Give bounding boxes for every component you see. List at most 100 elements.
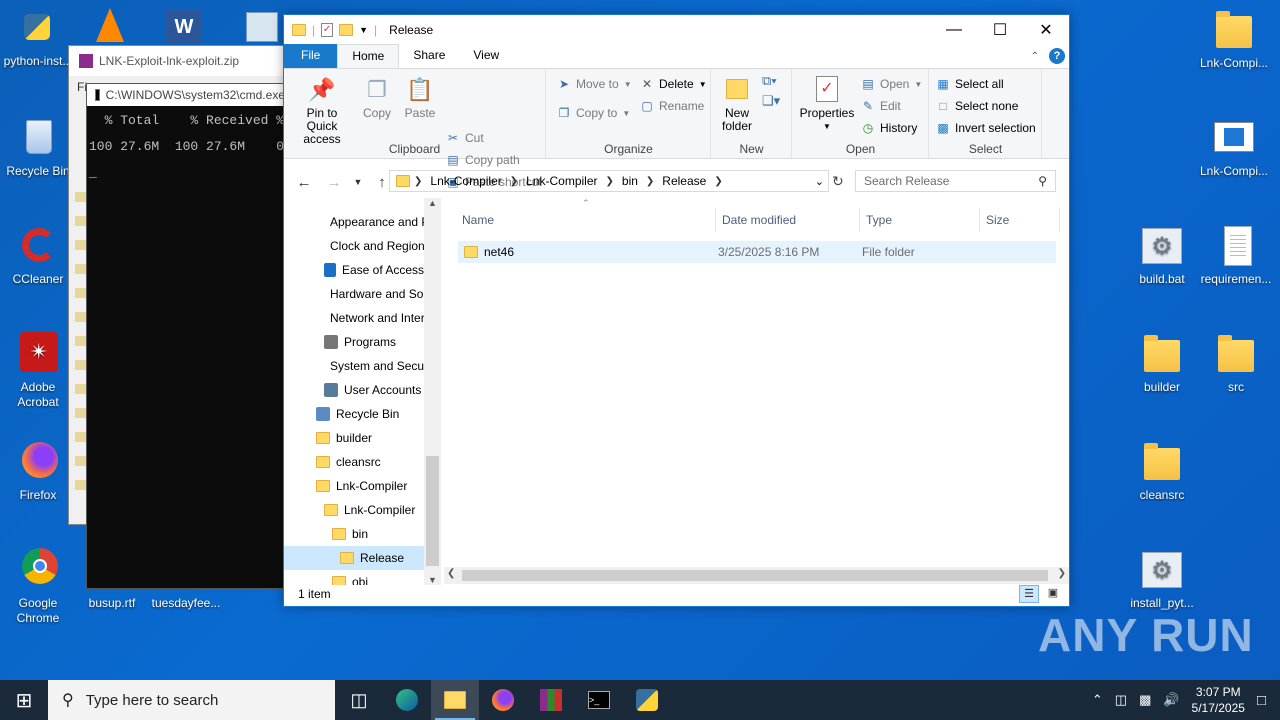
cmd-window[interactable]: C:\WINDOWS\system32\cmd.exe % Total % Re… (86, 83, 286, 589)
explorer-titlebar[interactable]: | ✓ ▼ | Release — ☐ ✕ (284, 15, 1069, 45)
navigation-pane[interactable]: Appearance and Personalization Clock and … (284, 198, 441, 585)
column-size[interactable]: Size (980, 208, 1060, 232)
tab-file[interactable]: File (284, 44, 338, 68)
nav-item[interactable]: Hardware and Sound (284, 282, 441, 306)
recent-locations-button[interactable]: ▼ (346, 177, 370, 187)
history-button[interactable]: ◷ History (861, 121, 918, 135)
file-list[interactable]: ⌃ Name Date modified Type Size net46 3/2… (442, 198, 1069, 585)
open-button[interactable]: ▤ Open ▼ (861, 77, 922, 91)
delete-button[interactable]: ✕ Delete ▼ (640, 77, 707, 91)
refresh-icon[interactable]: ↻ (832, 173, 844, 190)
column-type[interactable]: Type (860, 208, 980, 232)
task-view-icon[interactable]: ◫ (335, 680, 383, 720)
image-file-icon[interactable] (246, 12, 278, 42)
vlc-icon[interactable] (96, 8, 124, 42)
tab-view[interactable]: View (459, 44, 513, 68)
properties-button[interactable]: ✓ Properties ▼ (799, 73, 855, 133)
clock[interactable]: 3:07 PM 5/17/2025 (1192, 684, 1245, 716)
rename-button[interactable]: ▢ Rename (640, 99, 704, 113)
cmd-taskbar-icon[interactable]: >_ (575, 680, 623, 720)
collapse-ribbon-icon[interactable]: ⌃ (1031, 51, 1039, 62)
details-view-icon[interactable]: ☰ (1019, 585, 1039, 603)
nav-item[interactable]: Ease of Access (284, 258, 424, 282)
desktop-icon-chrome[interactable]: Google Chrome (0, 548, 76, 626)
h-scroll-thumb[interactable] (462, 570, 1048, 581)
firefox-taskbar-icon[interactable] (479, 680, 527, 720)
nav-item[interactable]: Lnk-Compiler (284, 474, 424, 498)
address-bar[interactable]: ❯ Lnk-Compiler ❯ Lnk-Compiler ❯ bin ❯ Re… (389, 170, 829, 192)
select-none-button[interactable]: □ Select none (936, 99, 1018, 113)
winrar-taskbar-icon[interactable] (527, 680, 575, 720)
desktop-icon-cleansrc[interactable]: cleansrc (1124, 440, 1200, 503)
paste-button[interactable]: 📋 Paste (400, 73, 440, 120)
nav-item[interactable]: Network and Internet (284, 306, 441, 330)
new-folder-quick-icon[interactable] (339, 24, 354, 36)
start-button[interactable]: ⊞ (0, 680, 48, 720)
column-name[interactable]: Name (456, 208, 716, 232)
scroll-up-icon[interactable]: ▲ (424, 198, 441, 208)
desktop-icon-builder[interactable]: builder (1124, 332, 1200, 395)
chevron-up-icon[interactable]: ⌃ (1092, 692, 1103, 708)
volume-icon[interactable]: 🔊 (1163, 692, 1179, 708)
desktop-icon-install-python[interactable]: ⚙ install_pyt... (1124, 548, 1200, 611)
python-installer-taskbar-icon[interactable] (623, 680, 671, 720)
nav-item[interactable]: Appearance and Personalization (284, 210, 441, 234)
cmd-output[interactable]: % Total % Received % Xferd 100 27.6M 100… (87, 106, 285, 188)
maximize-button[interactable]: ☐ (977, 15, 1023, 45)
nav-item[interactable]: System and Security (284, 354, 440, 378)
breadcrumb-item[interactable]: Release (658, 174, 710, 188)
edge-icon[interactable] (383, 680, 431, 720)
desktop-icon-src[interactable]: src (1198, 332, 1274, 395)
back-button[interactable]: ← (292, 174, 316, 191)
winrar-titlebar[interactable]: LNK-Exploit-lnk-exploit.zip (69, 46, 287, 76)
nav-item[interactable]: User Accounts (284, 378, 424, 402)
new-folder-button[interactable]: New folder (714, 73, 760, 133)
search-box[interactable]: Search Release ⚲ (855, 170, 1056, 192)
desktop-icon-lnk-compiler-app[interactable]: Lnk-Compi... (1196, 116, 1272, 179)
file-explorer-taskbar-icon[interactable] (431, 680, 479, 720)
nav-item[interactable]: Recycle Bin (284, 402, 424, 426)
nav-scroll-thumb[interactable] (426, 456, 439, 566)
easy-access-icon[interactable]: ❑▾ (762, 93, 780, 109)
nav-item[interactable]: cleansrc (284, 450, 424, 474)
scroll-left-icon[interactable]: ❮ (447, 568, 455, 579)
desktop-icon-build-bat[interactable]: ⚙ build.bat (1124, 224, 1200, 287)
scroll-right-icon[interactable]: ❯ (1058, 568, 1066, 579)
quick-access-dropdown-icon[interactable]: ▼ (359, 25, 368, 35)
desktop-icon-lnk-compiler-folder[interactable]: Lnk-Compi... (1196, 8, 1272, 71)
copy-to-button[interactable]: ❐ Copy to ▼ (557, 106, 631, 120)
word-icon[interactable]: W (166, 10, 202, 44)
properties-quick-icon[interactable]: ✓ (321, 23, 334, 37)
desktop-icon-python[interactable]: python-inst... (0, 6, 76, 69)
explorer-window[interactable]: | ✓ ▼ | Release — ☐ ✕ File Home Share Vi… (283, 14, 1070, 607)
cmd-titlebar[interactable]: C:\WINDOWS\system32\cmd.exe (87, 84, 285, 106)
desktop-icon-acrobat[interactable]: ✴ Adobe Acrobat (0, 332, 76, 410)
taskbar-search[interactable]: ⚲ Type here to search (48, 680, 335, 720)
large-icons-view-icon[interactable]: ▣ (1043, 585, 1063, 603)
desktop-icon-ccleaner[interactable]: CCleaner (0, 224, 76, 287)
device-icon[interactable]: ◫ (1115, 692, 1127, 708)
invert-selection-button[interactable]: ▩ Invert selection (936, 121, 1035, 135)
breadcrumb-item[interactable]: Lnk-Compiler (522, 174, 601, 188)
pin-to-quick-access-button[interactable]: 📌 Pin to Quick access (290, 73, 354, 146)
nav-scrollbar[interactable]: ▲ ▼ (424, 198, 441, 585)
network-icon[interactable]: ▩ (1139, 692, 1151, 708)
breadcrumb-item[interactable]: bin (618, 174, 642, 188)
nav-item[interactable]: bin (284, 522, 424, 546)
select-all-button[interactable]: ▦ Select all (936, 77, 1003, 91)
desktop-icon-recycle-bin[interactable]: Recycle Bin (0, 116, 76, 179)
minimize-button[interactable]: — (931, 15, 977, 45)
help-icon[interactable]: ? (1049, 48, 1065, 64)
tab-share[interactable]: Share (399, 44, 459, 68)
nav-item[interactable]: Lnk-Compiler (284, 498, 424, 522)
breadcrumb-item[interactable]: Lnk-Compiler (426, 174, 505, 188)
nav-item[interactable]: builder (284, 426, 424, 450)
new-item-icon[interactable]: ⧉▾ (762, 73, 777, 89)
forward-button[interactable]: → (322, 174, 346, 191)
edit-button[interactable]: ✎ Edit (861, 99, 901, 113)
notification-icon[interactable]: □ (1257, 692, 1266, 709)
tab-home[interactable]: Home (337, 44, 400, 68)
file-row[interactable]: net46 3/25/2025 8:16 PM File folder (458, 241, 1056, 263)
desktop-icon-firefox[interactable]: Firefox (0, 440, 76, 503)
copy-button[interactable]: ❐ Copy (358, 73, 396, 120)
